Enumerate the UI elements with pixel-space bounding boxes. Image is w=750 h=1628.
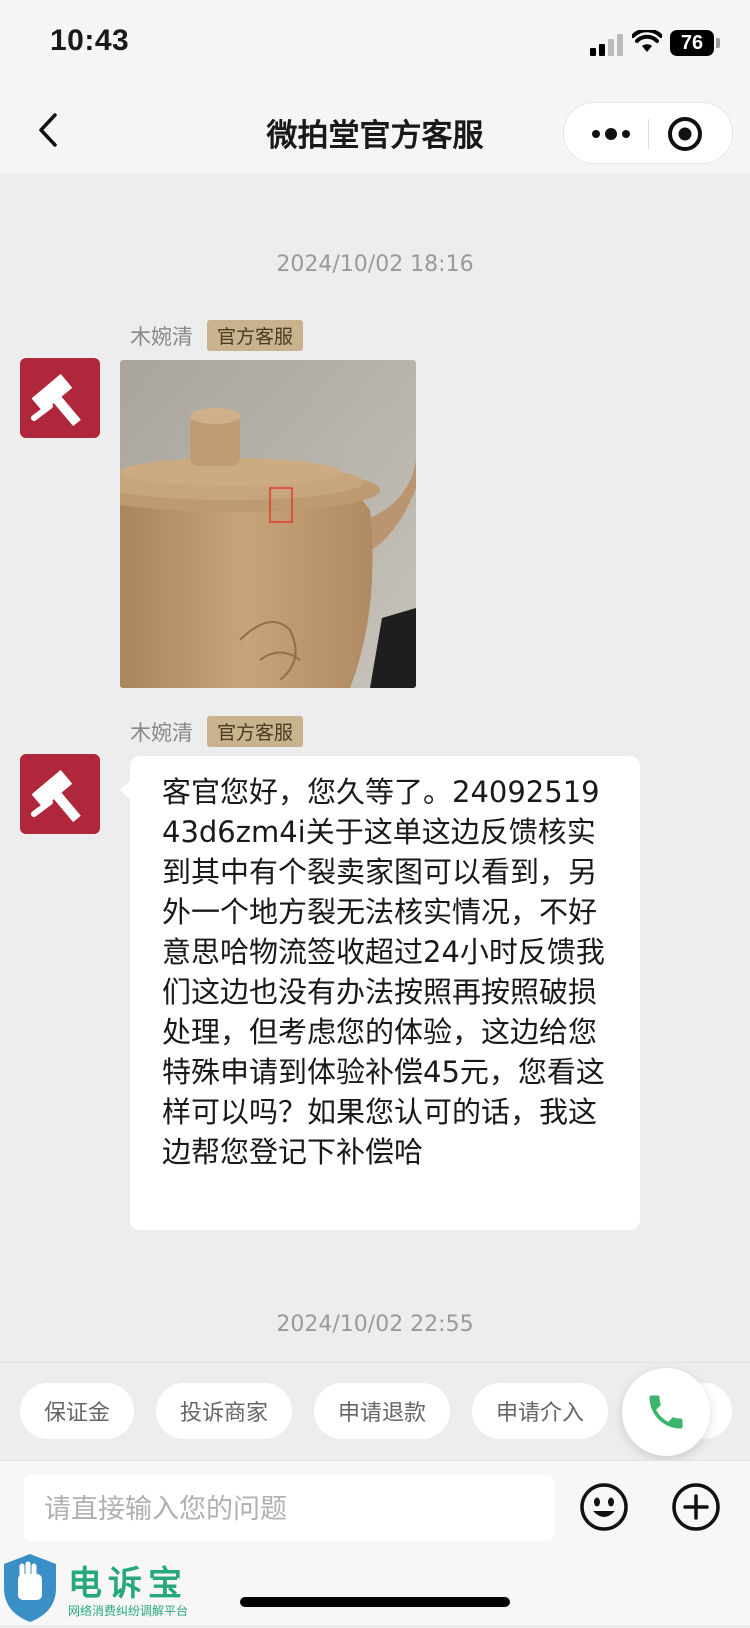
sender-name: 木婉清 — [130, 324, 193, 349]
sender-line: 木婉清 官方客服 — [130, 716, 304, 747]
avatar[interactable] — [20, 358, 100, 438]
capsule-divider — [648, 119, 649, 149]
home-indicator — [240, 1597, 510, 1607]
status-time: 10:43 — [50, 24, 130, 57]
sender-name: 木婉清 — [130, 720, 193, 745]
message-image[interactable] — [120, 360, 416, 688]
teapot-photo — [120, 360, 416, 688]
battery-tip — [716, 38, 720, 48]
chat-timestamp: 2024/10/02 18:16 — [276, 252, 474, 277]
status-bar: 10:43 76 — [0, 0, 750, 88]
nav-bar: 微拍堂官方客服 — [0, 88, 750, 174]
phone-icon — [649, 1395, 683, 1429]
sender-line: 木婉清 官方客服 — [130, 320, 304, 351]
quick-reply-complain-seller[interactable]: 投诉商家 — [156, 1383, 293, 1439]
shield-fist-icon — [4, 1554, 56, 1622]
call-button[interactable] — [622, 1368, 710, 1456]
cellular-signal-icon — [590, 34, 623, 56]
avatar[interactable] — [20, 754, 100, 834]
message-input[interactable]: 请直接输入您的问题 — [24, 1475, 554, 1541]
auction-hammer-icon — [31, 373, 81, 427]
message-bubble[interactable]: 客官您好，您久等了。2409251943d6zm4i关于这单这边反馈核实到其中有… — [130, 756, 640, 1230]
official-badge: 官方客服 — [207, 320, 304, 351]
wifi-icon — [632, 30, 662, 52]
watermark-title: 电诉宝 — [68, 1564, 188, 1604]
emoji-button[interactable] — [578, 1481, 630, 1533]
quick-reply-intervene[interactable]: 申请介入 — [472, 1383, 609, 1439]
chat-timestamp: 2024/10/02 22:55 — [276, 1312, 474, 1337]
miniprogram-capsule — [563, 102, 733, 164]
more-button[interactable] — [586, 119, 636, 149]
close-miniprogram-button[interactable] — [666, 115, 704, 153]
plus-button[interactable] — [670, 1481, 722, 1533]
quick-reply-deposit[interactable]: 保证金 — [20, 1383, 135, 1439]
battery-indicator: 76 — [670, 30, 714, 56]
watermark-subtitle: 网络消费纠纷调解平台 — [68, 1604, 189, 1618]
official-badge: 官方客服 — [207, 716, 304, 747]
watermark: 电诉宝 网络消费纠纷调解平台 — [0, 1552, 220, 1624]
auction-hammer-icon — [31, 769, 81, 823]
quick-reply-refund[interactable]: 申请退款 — [314, 1383, 451, 1439]
more-dots-icon — [592, 128, 630, 140]
